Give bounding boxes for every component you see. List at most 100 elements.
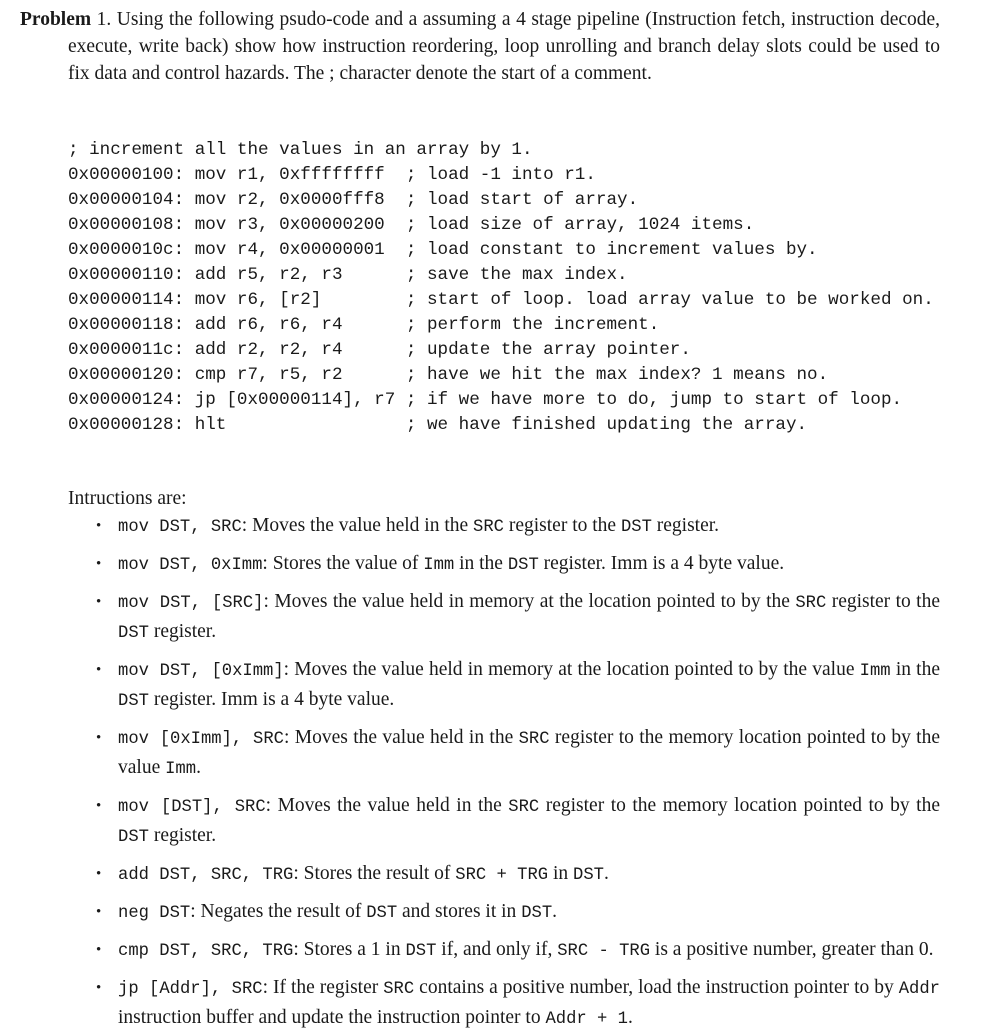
instruction-prose-run: contains a positive number, load the ins…: [414, 977, 899, 998]
instruction-item: • mov DST, [0xImm]: Moves the value held …: [96, 656, 940, 716]
instruction-code-run: cmp DST, SRC, TRG: [118, 942, 294, 961]
problem-number: 1.: [96, 9, 112, 30]
instruction-item: • mov [0xImm], SRC: Moves the value held …: [96, 724, 940, 784]
bullet-icon: •: [96, 594, 102, 610]
instruction-prose-run: register. Imm is a 4 byte value.: [148, 689, 395, 710]
instruction-code-run: SRC + TRG: [455, 866, 549, 885]
instruction-code-run: DST: [521, 904, 553, 923]
instruction-prose-run: is a positive number, greater than 0.: [650, 939, 934, 960]
instruction-code-run: mov DST, [0xImm]: [118, 662, 284, 681]
instruction-prose-run: register.: [148, 825, 217, 846]
instruction-prose-run: : Stores the result of: [293, 863, 456, 884]
instruction-description: mov DST, SRC: Moves the value held in th…: [118, 515, 720, 537]
instruction-code-run: DST: [118, 828, 149, 847]
instruction-description: add DST, SRC, TRG: Stores the result of …: [118, 863, 609, 885]
instruction-prose-run: : Stores the value of: [262, 553, 424, 574]
document-page: Problem 1. Using the following psudo-cod…: [0, 0, 1004, 1029]
instruction-code-run: DST: [118, 692, 149, 711]
instruction-code-run: SRC: [383, 980, 415, 999]
instruction-prose-run: register to the: [503, 515, 621, 536]
instruction-code-run: SRC: [795, 594, 827, 613]
code-line: ; increment all the values in an array b…: [68, 140, 533, 160]
bullet-icon: •: [96, 662, 102, 678]
instruction-code-run: mov [0xImm], SRC: [118, 730, 284, 749]
instruction-prose-run: register. Imm is a 4 byte value.: [538, 553, 785, 574]
instruction-item: • neg DST: Negates the result of DST and …: [96, 898, 940, 928]
instruction-prose-run: instruction buffer and update the instru…: [118, 1007, 546, 1028]
code-line: 0x00000100: mov r1, 0xffffffff ; load -1…: [68, 165, 596, 185]
instruction-description: neg DST: Negates the result of DST and s…: [118, 901, 558, 923]
instruction-item: • add DST, SRC, TRG: Stores the result of…: [96, 860, 940, 890]
instruction-prose-run: in: [548, 863, 574, 884]
bullet-icon: •: [96, 798, 102, 814]
instruction-code-run: Imm: [423, 556, 455, 575]
instruction-prose-run: register.: [651, 515, 720, 536]
instruction-code-run: SRC - TRG: [557, 942, 651, 961]
instruction-prose-run: : Stores a 1 in: [293, 939, 406, 960]
code-line: 0x0000011c: add r2, r2, r4 ; update the …: [68, 340, 691, 360]
instruction-description: mov DST, 0xImm: Stores the value of Imm …: [118, 553, 785, 575]
code-line: 0x00000104: mov r2, 0x0000fff8 ; load st…: [68, 190, 639, 210]
bullet-icon: •: [96, 518, 102, 534]
bullet-icon: •: [96, 904, 102, 920]
instruction-description: cmp DST, SRC, TRG: Stores a 1 in DST if,…: [118, 939, 934, 961]
instruction-code-run: DST: [405, 942, 437, 961]
code-line: 0x00000120: cmp r7, r5, r2 ; have we hit…: [68, 365, 829, 385]
instruction-prose-run: .: [552, 901, 558, 922]
instruction-prose-run: .: [196, 757, 201, 778]
problem-paragraph: Problem 1. Using the following psudo-cod…: [20, 6, 940, 87]
instruction-description: mov DST, [0xImm]: Moves the value held i…: [118, 659, 940, 711]
bullet-icon: •: [96, 980, 102, 996]
code-line: 0x00000108: mov r3, 0x00000200 ; load si…: [68, 215, 755, 235]
instruction-code-run: DST: [507, 556, 539, 575]
instruction-description: mov [0xImm], SRC: Moves the value held i…: [118, 727, 940, 779]
instruction-definition-list: • mov DST, SRC: Moves the value held in t…: [96, 512, 940, 1034]
problem-text: Using the following psudo-code and a ass…: [68, 9, 941, 84]
instruction-prose-run: : Moves the value held in the: [265, 795, 509, 816]
instruction-code-run: neg DST: [118, 904, 191, 923]
bullet-icon: •: [96, 556, 102, 572]
code-line: 0x0000010c: mov r4, 0x00000001 ; load co…: [68, 240, 818, 260]
code-line: 0x00000110: add r5, r2, r3 ; save the ma…: [68, 265, 628, 285]
instruction-code-run: Imm: [165, 760, 197, 779]
instruction-code-run: SRC: [518, 730, 550, 749]
instructions-heading: Intructions are:: [68, 488, 187, 509]
instruction-code-run: Addr: [898, 980, 940, 999]
instruction-prose-run: .: [627, 1007, 633, 1028]
instruction-prose-run: and stores it in: [397, 901, 522, 922]
instruction-code-run: DST: [573, 866, 604, 885]
code-line: 0x00000114: mov r6, [r2] ; start of loop…: [68, 290, 934, 310]
instruction-item: • mov DST, 0xImm: Stores the value of Imm…: [96, 550, 940, 580]
instruction-code-run: jp [Addr], SRC: [118, 980, 263, 999]
instruction-code-run: mov DST, [SRC]: [118, 594, 264, 613]
instruction-prose-run: : Moves the value held in the: [241, 515, 474, 536]
instruction-item: • mov [DST], SRC: Moves the value held in…: [96, 792, 940, 852]
problem-statement: Problem 1. Using the following psudo-cod…: [20, 6, 940, 87]
instruction-code-run: SRC: [473, 518, 504, 537]
instruction-code-run: DST: [118, 624, 149, 643]
instruction-code-run: Addr + 1: [545, 1010, 628, 1029]
instruction-code-run: mov [DST], SRC: [118, 798, 266, 817]
instruction-prose-run: register to the memory location pointed …: [539, 795, 940, 816]
instruction-prose-run: .: [603, 863, 609, 884]
bullet-icon: •: [96, 942, 102, 958]
bullet-icon: •: [96, 730, 102, 746]
instruction-prose-run: : If the register: [262, 977, 384, 998]
instruction-prose-run: register.: [148, 621, 217, 642]
instruction-prose-run: : Negates the result of: [190, 901, 367, 922]
instruction-code-run: mov DST, 0xImm: [118, 556, 263, 575]
problem-label: Problem: [20, 9, 92, 30]
instruction-item: • jp [Addr], SRC: If the register SRC con…: [96, 974, 940, 1034]
code-line: 0x00000118: add r6, r6, r4 ; perform the…: [68, 315, 660, 335]
instruction-code-run: add DST, SRC, TRG: [118, 866, 294, 885]
instruction-item: • mov DST, SRC: Moves the value held in t…: [96, 512, 940, 542]
code-line: 0x00000128: hlt ; we have finished updat…: [68, 415, 808, 435]
instruction-prose-run: : Moves the value held in memory at the …: [283, 659, 860, 680]
instruction-prose-run: : Moves the value held in memory at the …: [263, 591, 796, 612]
instruction-code-run: SRC: [508, 798, 540, 817]
instruction-code-run: mov DST, SRC: [118, 518, 242, 537]
instruction-item: • cmp DST, SRC, TRG: Stores a 1 in DST if…: [96, 936, 940, 966]
instruction-prose-run: in the: [890, 659, 940, 680]
bullet-icon: •: [96, 866, 102, 882]
code-line: 0x00000124: jp [0x00000114], r7 ; if we …: [68, 390, 903, 410]
